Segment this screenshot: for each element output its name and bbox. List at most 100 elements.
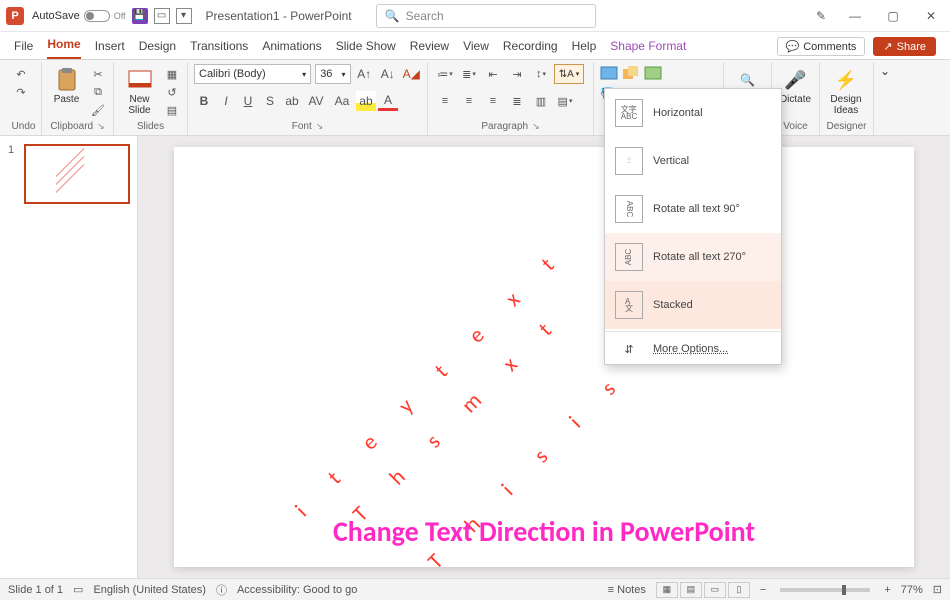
layout-button[interactable]: ▦ bbox=[163, 66, 181, 82]
paragraph-dialog-icon[interactable]: ↘ bbox=[532, 121, 540, 132]
comments-button[interactable]: 💬 Comments bbox=[777, 37, 866, 56]
justify-button[interactable]: ≣ bbox=[506, 91, 528, 111]
maximize-button[interactable]: ▢ bbox=[880, 6, 906, 26]
tab-design[interactable]: Design bbox=[139, 39, 176, 59]
paste-label: Paste bbox=[54, 94, 80, 105]
slide-canvas[interactable]: i t e y t e x t T h s m x t T h i s i s … bbox=[174, 147, 914, 567]
numbering-button[interactable]: ≣▾ bbox=[458, 64, 480, 84]
font-dialog-icon[interactable]: ↘ bbox=[316, 121, 324, 132]
grow-font-button[interactable]: A↑ bbox=[355, 64, 374, 84]
dictate-label: Dictate bbox=[780, 94, 811, 105]
font-color-button[interactable]: A bbox=[378, 91, 398, 111]
strike-button[interactable]: S bbox=[260, 91, 280, 111]
notes-button[interactable]: ≡ Notes bbox=[608, 584, 646, 596]
cut-button[interactable]: ✂ bbox=[89, 66, 107, 82]
menu-label-more: More Options... bbox=[653, 343, 728, 355]
tab-shape-format[interactable]: Shape Format bbox=[610, 39, 686, 59]
menu-item-vertical[interactable]: ⫶⫶ Vertical bbox=[605, 137, 781, 185]
reset-button[interactable]: ↺ bbox=[163, 84, 181, 100]
present-icon[interactable]: ▭ bbox=[154, 8, 170, 24]
menu-item-rotate270[interactable]: ABC Rotate all text 270° bbox=[605, 233, 781, 281]
reading-view-button[interactable]: ▭ bbox=[704, 582, 726, 598]
shadow-button[interactable]: ab bbox=[282, 91, 302, 111]
tab-review[interactable]: Review bbox=[410, 39, 449, 59]
pen-icon[interactable]: ✎ bbox=[812, 7, 830, 25]
app-icon: P bbox=[6, 7, 24, 25]
section-button[interactable]: ▤ bbox=[163, 102, 181, 118]
bullets-button[interactable]: ≔▾ bbox=[434, 64, 456, 84]
tab-slideshow[interactable]: Slide Show bbox=[336, 39, 396, 59]
search-input[interactable]: 🔍 Search bbox=[376, 4, 596, 28]
format-painter-button[interactable]: 🖌 bbox=[89, 102, 107, 118]
menu-item-horizontal[interactable]: 文字ABC Horizontal bbox=[605, 89, 781, 137]
menu-item-rotate90[interactable]: ABC Rotate all text 90° bbox=[605, 185, 781, 233]
clear-format-button[interactable]: A◢ bbox=[402, 64, 421, 84]
notes-label: Notes bbox=[617, 584, 646, 596]
autosave-toggle[interactable]: AutoSave Off bbox=[32, 10, 126, 22]
tab-file[interactable]: File bbox=[14, 39, 33, 59]
underline-button[interactable]: U bbox=[238, 91, 258, 111]
slide-thumbnail-1[interactable] bbox=[24, 144, 130, 204]
status-slide[interactable]: Slide 1 of 1 bbox=[8, 584, 63, 596]
char-spacing-button[interactable]: AV bbox=[304, 91, 328, 111]
menu-item-stacked[interactable]: A文 Stacked bbox=[605, 281, 781, 329]
align-right-button[interactable]: ≡ bbox=[482, 91, 504, 111]
undo-button[interactable]: ↶ bbox=[12, 66, 30, 82]
mic-icon: 🎤 bbox=[784, 68, 808, 92]
tab-view[interactable]: View bbox=[463, 39, 489, 59]
columns-button[interactable]: ▥ bbox=[530, 91, 552, 111]
title-bar: P AutoSave Off 💾 ▭ ▾ Presentation1 - Pow… bbox=[0, 0, 950, 32]
align-left-button[interactable]: ≡ bbox=[434, 91, 456, 111]
indent-dec-button[interactable]: ⇤ bbox=[482, 64, 504, 84]
fit-button[interactable]: ⊡ bbox=[933, 583, 942, 596]
zoom-slider[interactable] bbox=[780, 588, 870, 592]
zoom-level[interactable]: 77% bbox=[901, 584, 923, 596]
italic-button[interactable]: I bbox=[216, 91, 236, 111]
quick-styles-icon[interactable] bbox=[644, 66, 664, 84]
menu-item-more-options[interactable]: ⇵ More Options... bbox=[605, 334, 781, 364]
align-center-button[interactable]: ≡ bbox=[458, 91, 480, 111]
highlight-button[interactable]: ab bbox=[356, 91, 376, 111]
dictate-button[interactable]: 🎤 Dictate bbox=[778, 64, 813, 105]
shape-rect-icon[interactable] bbox=[600, 66, 620, 84]
design-ideas-button[interactable]: ⚡ Design Ideas bbox=[826, 64, 866, 116]
zoom-in-button[interactable]: + bbox=[884, 584, 890, 596]
tab-insert[interactable]: Insert bbox=[95, 39, 125, 59]
change-case-button[interactable]: Aa bbox=[330, 91, 354, 111]
close-button[interactable]: ✕ bbox=[918, 6, 944, 26]
zoom-out-button[interactable]: − bbox=[760, 584, 766, 596]
redo-button[interactable]: ↷ bbox=[12, 84, 30, 100]
save-icon[interactable]: 💾 bbox=[132, 8, 148, 24]
font-name-select[interactable]: Calibri (Body)▾ bbox=[194, 64, 311, 84]
clipboard-dialog-icon[interactable]: ↘ bbox=[97, 121, 105, 132]
new-slide-button[interactable]: New Slide bbox=[120, 64, 159, 116]
qat-more-icon[interactable]: ▾ bbox=[176, 8, 192, 24]
indent-inc-button[interactable]: ⇥ bbox=[506, 64, 528, 84]
text-direction-button[interactable]: ⇅A▾ bbox=[554, 64, 584, 84]
comment-icon: 💬 bbox=[786, 40, 800, 53]
tab-recording[interactable]: Recording bbox=[503, 39, 558, 59]
align-text-button[interactable]: ▤▾ bbox=[554, 91, 576, 111]
arrange-icon[interactable] bbox=[622, 66, 642, 84]
tab-transitions[interactable]: Transitions bbox=[190, 39, 248, 59]
autosave-switch[interactable] bbox=[84, 10, 110, 22]
tab-home[interactable]: Home bbox=[47, 37, 80, 59]
menu-label-horizontal: Horizontal bbox=[653, 107, 703, 119]
collapse-ribbon-button[interactable]: ⌄ bbox=[880, 64, 890, 78]
normal-view-button[interactable]: ▦ bbox=[656, 582, 678, 598]
slide-editor[interactable]: i t e y t e x t T h s m x t T h i s i s … bbox=[138, 136, 950, 578]
tab-animations[interactable]: Animations bbox=[262, 39, 321, 59]
line-spacing-button[interactable]: ↕▾ bbox=[530, 64, 552, 84]
bold-button[interactable]: B bbox=[194, 91, 214, 111]
tab-help[interactable]: Help bbox=[572, 39, 597, 59]
font-size-select[interactable]: 36▾ bbox=[315, 64, 350, 84]
slideshow-view-button[interactable]: ▯ bbox=[728, 582, 750, 598]
status-accessibility[interactable]: Accessibility: Good to go bbox=[237, 584, 357, 596]
sorter-view-button[interactable]: ▤ bbox=[680, 582, 702, 598]
minimize-button[interactable]: — bbox=[842, 6, 868, 26]
status-language[interactable]: English (United States) bbox=[93, 584, 206, 596]
copy-button[interactable]: ⧉ bbox=[89, 84, 107, 100]
share-button[interactable]: ↗ Share bbox=[873, 37, 936, 56]
paste-button[interactable]: Paste bbox=[48, 64, 85, 105]
shrink-font-button[interactable]: A↓ bbox=[378, 64, 397, 84]
